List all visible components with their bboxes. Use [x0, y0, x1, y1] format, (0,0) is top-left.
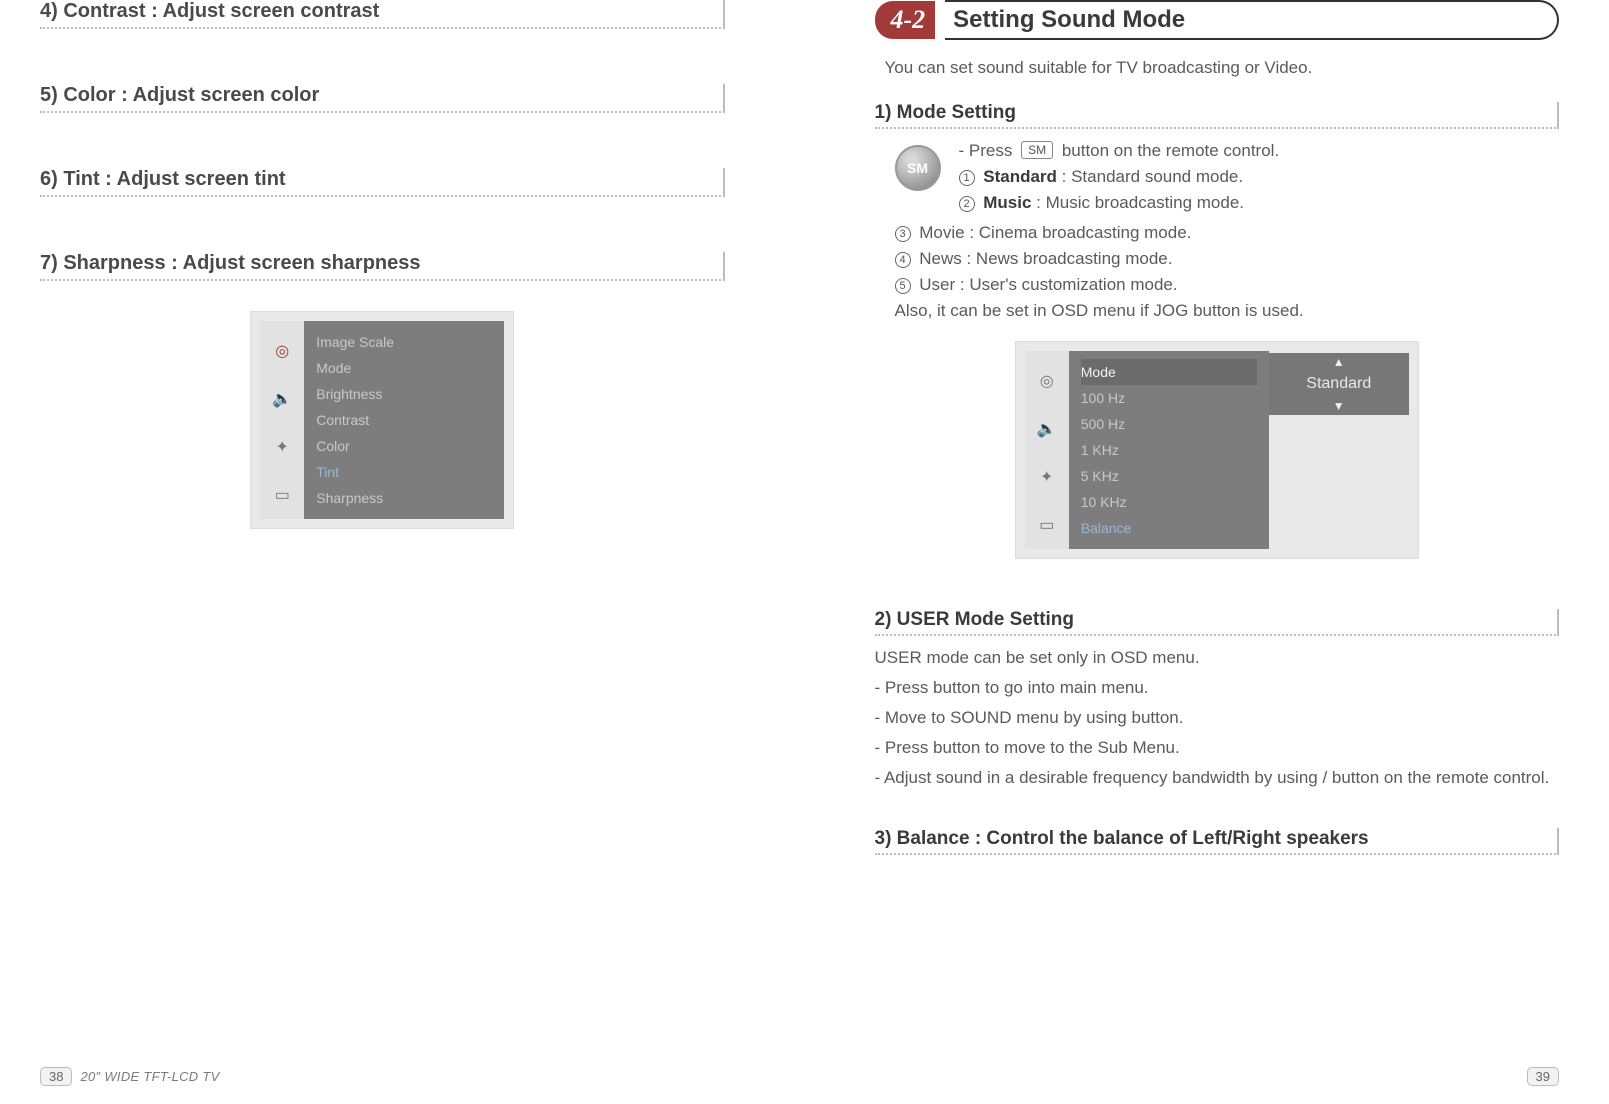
mode-line: 5 User : User's customization mode. [895, 275, 1560, 295]
press-prefix: - Press [959, 141, 1013, 160]
body-line: USER mode can be set only in OSD menu. [875, 648, 1560, 668]
press-line: - Press SM button on the remote control. [959, 141, 1280, 161]
picture-icon: ◎ [266, 335, 298, 367]
mode-name: Movie [919, 223, 964, 242]
mode-name: User [919, 275, 955, 294]
mode-name: News [919, 249, 962, 268]
mode-line: 1 Standard : Standard sound mode. [959, 167, 1280, 187]
footer-left: 38 20" WIDE TFT-LCD TV [40, 1067, 220, 1086]
heading-color: 5) Color : Adjust screen color [40, 84, 725, 113]
settings-icon: ✦ [266, 431, 298, 463]
osd-item: 1 KHz [1081, 437, 1257, 463]
subheading-balance: 3) Balance : Control the balance of Left… [875, 828, 1560, 855]
osd-item: 500 Hz [1081, 411, 1257, 437]
osd-item: Contrast [316, 407, 492, 433]
sm-key-icon: SM [1021, 141, 1053, 159]
osd-item: 10 KHz [1081, 489, 1257, 515]
intro-text: You can set sound suitable for TV broadc… [885, 58, 1560, 78]
mode-name: Standard [983, 167, 1057, 186]
mode-line: 2 Music : Music broadcasting mode. [959, 193, 1280, 213]
osd-item: Brightness [316, 381, 492, 407]
osd-item: Color [316, 433, 492, 459]
mode-number-icon: 4 [895, 252, 911, 268]
tv-icon: ▭ [1031, 509, 1063, 541]
mode-desc: Cinema broadcasting mode. [979, 223, 1192, 242]
press-suffix: button on the remote control. [1062, 141, 1279, 160]
tv-icon: ▭ [266, 479, 298, 511]
model-label: 20" WIDE TFT-LCD TV [80, 1069, 219, 1084]
body-line: - Move to SOUND menu by using button. [875, 708, 1560, 728]
mode-number-icon: 1 [959, 170, 975, 186]
mode-number-icon: 5 [895, 278, 911, 294]
sound-icon: 🔈 [1031, 413, 1063, 445]
subheading-mode-setting: 1) Mode Setting [875, 102, 1560, 129]
chapter-number-tab: 4-2 [875, 1, 936, 39]
osd-screenshot-sound: ◎ 🔈 ✦ ▭ Mode 100 Hz 500 Hz 1 KHz 5 KHz 1… [1015, 341, 1419, 559]
settings-icon: ✦ [1031, 461, 1063, 493]
mode-desc: Standard sound mode. [1071, 167, 1243, 186]
sm-remote-button-icon: SM [895, 145, 941, 191]
osd-item: Balance [1081, 515, 1257, 541]
osd-item: Mode [316, 355, 492, 381]
arrow-down-icon: ▼ [1269, 397, 1409, 415]
arrow-up-icon: ▲ [1269, 353, 1409, 371]
page-number: 38 [40, 1067, 72, 1086]
body-line: - Press button to move to the Sub Menu. [875, 738, 1560, 758]
mode-line: 3 Movie : Cinema broadcasting mode. [895, 223, 1560, 243]
osd-item: Tint [316, 459, 492, 485]
heading-tint: 6) Tint : Adjust screen tint [40, 168, 725, 197]
mode-name: Music [983, 193, 1031, 212]
mode-number-icon: 2 [959, 196, 975, 212]
osd-value: Standard [1269, 371, 1409, 397]
body-line: - Press button to go into main menu. [875, 678, 1560, 698]
body-line: - Adjust sound in a desirable frequency … [875, 768, 1560, 788]
osd-item: 5 KHz [1081, 463, 1257, 489]
page-number: 39 [1527, 1067, 1559, 1086]
heading-contrast: 4) Contrast : Adjust screen contrast [40, 0, 725, 29]
osd-screenshot-picture: ◎ 🔈 ✦ ▭ Image Scale Mode Brightness Cont… [250, 311, 514, 529]
subheading-user-mode: 2) USER Mode Setting [875, 609, 1560, 636]
mode-line: 4 News : News broadcasting mode. [895, 249, 1560, 269]
chapter-title: Setting Sound Mode [945, 0, 1559, 40]
picture-icon: ◎ [1031, 365, 1063, 397]
mode-desc: Music broadcasting mode. [1046, 193, 1244, 212]
mode-desc: User's customization mode. [969, 275, 1177, 294]
heading-sharpness: 7) Sharpness : Adjust screen sharpness [40, 252, 725, 281]
mode-desc: News broadcasting mode. [976, 249, 1173, 268]
osd-item: 100 Hz [1081, 385, 1257, 411]
osd-item-selected: Mode [1081, 359, 1257, 385]
mode-number-icon: 3 [895, 226, 911, 242]
osd-item: Image Scale [316, 329, 492, 355]
also-line: Also, it can be set in OSD menu if JOG b… [895, 301, 1560, 321]
sound-icon: 🔈 [266, 383, 298, 415]
osd-item: Sharpness [316, 485, 492, 511]
footer-right: 39 [1527, 1067, 1559, 1086]
